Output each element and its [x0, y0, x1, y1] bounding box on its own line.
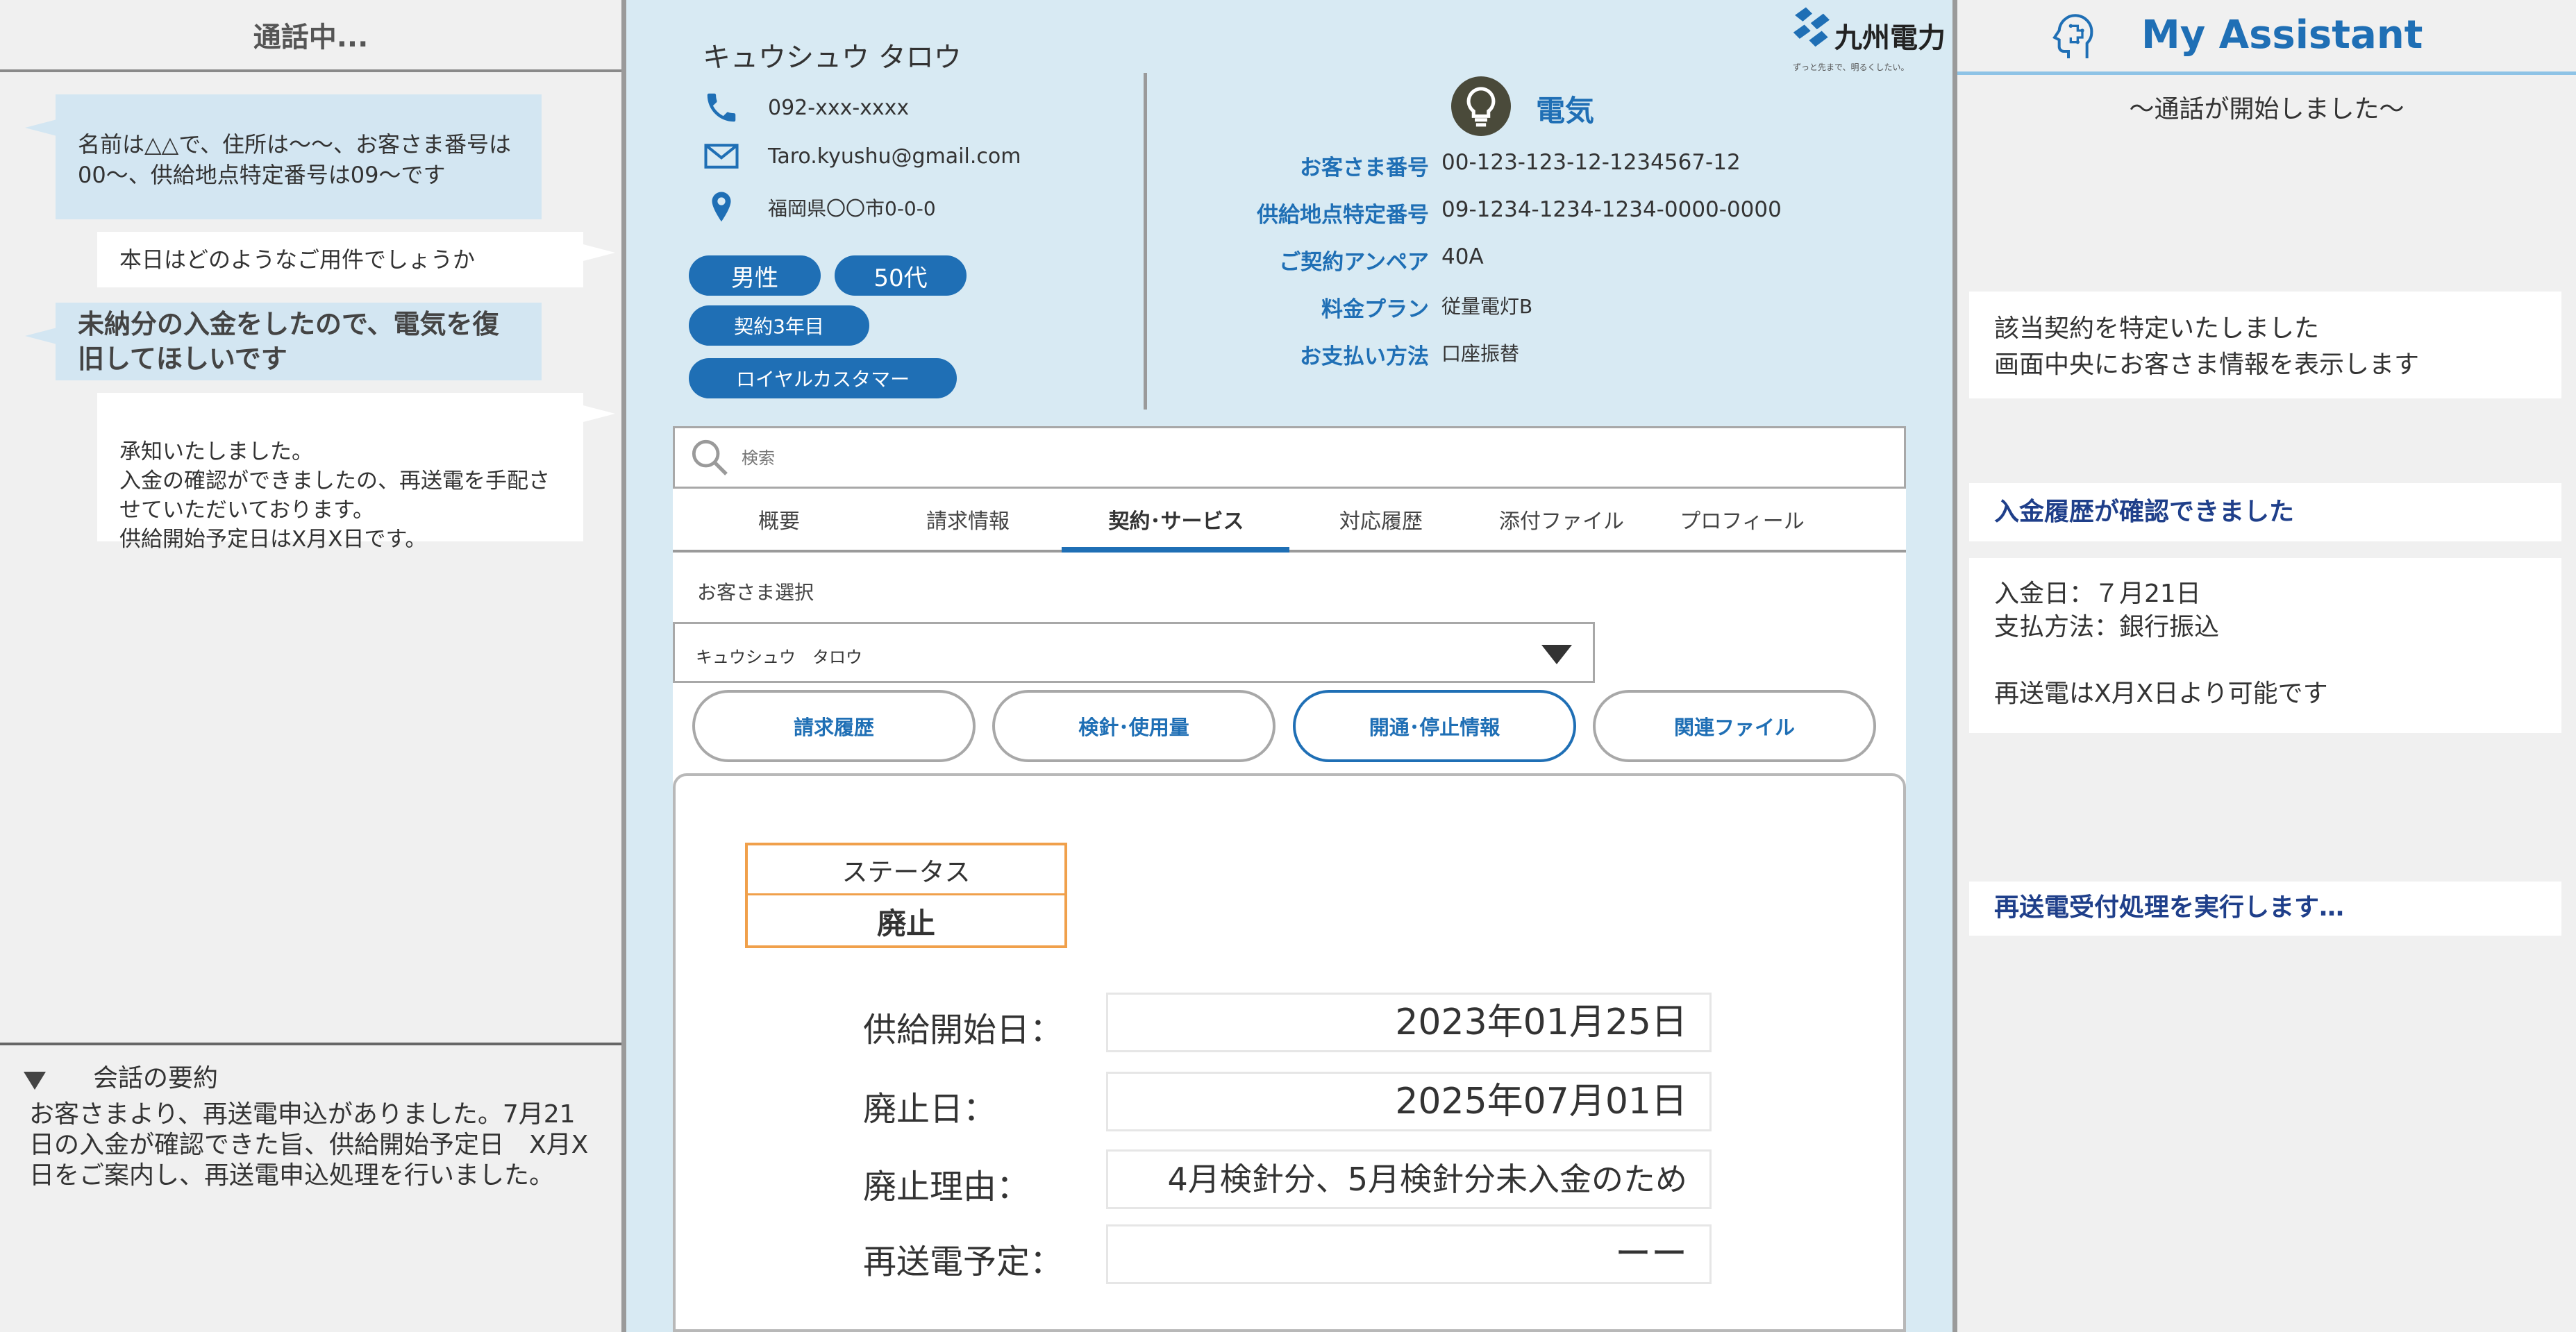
- phone-number[interactable]: 092-xxx-xxxx: [768, 96, 909, 120]
- assistant-message: 入金履歴が確認できました: [1969, 483, 2561, 541]
- call-panel: 通話中... 名前は△△で、住所は～～、お客さま番号は00～、供給地点特定番号は…: [0, 0, 621, 1332]
- tab-overview[interactable]: 概要: [734, 504, 824, 534]
- assistant-message: 入金日：７月21日 支払方法：銀行振込 再送電はX月X日より可能です: [1969, 558, 2561, 733]
- termination-reason-value: 4月検針分、5月検針分未入金のため: [1106, 1149, 1712, 1209]
- assistant-message-text: 入金履歴が確認できました: [1994, 498, 2295, 526]
- info-label: 料金プラン: [1321, 297, 1429, 322]
- chat-message-operator: 承知いたしました。 入金の確認ができましたの、再送電を手配させていただいておりま…: [97, 393, 615, 552]
- assistant-header: My Assistant: [1957, 0, 2576, 75]
- chat-message-text: 未納分の入金をしたので、電気を復旧してほしいです: [78, 309, 499, 374]
- tag-loyal-customer: ロイヤルカスタマー: [689, 358, 957, 398]
- assistant-message-text: 該当契約を特定いたしました 画面中央にお客さま情報を表示します: [1994, 314, 2420, 379]
- search-input[interactable]: [742, 441, 1852, 475]
- header-separator: [1144, 73, 1147, 410]
- termination-reason-label: 廃止理由：: [863, 1167, 1030, 1206]
- chat-message-customer: 名前は△△で、住所は～～、お客さま番号は00～、供給地点特定番号は09～です: [25, 94, 542, 219]
- address: 福岡県〇〇市0-0-0: [768, 197, 936, 220]
- collapse-triangle-icon[interactable]: [24, 1072, 46, 1090]
- info-value: 00-123-123-12-1234567-12: [1441, 150, 1741, 175]
- customer-select-label: お客さま選択: [697, 581, 814, 604]
- customer-name: キュウシュウ タロウ: [703, 42, 962, 74]
- chat-message-text: 名前は△△で、住所は～～、お客さま番号は00～、供給地点特定番号は09～です: [78, 131, 511, 188]
- tab-bar: 概要 請求情報 契約･サービス 対応履歴 添付ファイル プロフィール: [673, 489, 1906, 553]
- assistant-message: 該当契約を特定いたしました 画面中央にお客さま情報を表示します: [1969, 292, 2561, 398]
- active-tab-indicator: [1062, 547, 1289, 553]
- phone-row: 092-xxx-xxxx: [703, 89, 909, 126]
- info-value: 口座振替: [1441, 342, 1520, 365]
- info-value: 40A: [1441, 244, 1484, 269]
- tab-attachments[interactable]: 添付ファイル: [1492, 504, 1631, 534]
- info-label: ご契約アンペア: [1279, 250, 1429, 275]
- billing-history-button[interactable]: 請求履歴: [692, 690, 976, 762]
- termination-date-value: 2025年07月01日: [1106, 1072, 1712, 1131]
- dropdown-arrow-icon[interactable]: [1541, 645, 1572, 664]
- call-started-notice: ～通話が開始しました～: [2129, 95, 2404, 124]
- tab-profile[interactable]: プロフィール: [1659, 504, 1825, 534]
- email-address[interactable]: Taro.kyushu@gmail.com: [768, 144, 1021, 169]
- panel-divider: [621, 0, 626, 1332]
- info-value: 従量電灯B: [1441, 295, 1533, 318]
- reconnection-schedule-value: ーー: [1106, 1224, 1712, 1284]
- chat-message-customer: 未納分の入金をしたので、電気を復旧してほしいです: [25, 303, 542, 380]
- summary-text: お客さまより、再送電申込がありました。7月21日の入金が確認できた旨、供給開始予…: [29, 1100, 589, 1190]
- status-box: ステータス 廃止: [745, 843, 1067, 948]
- supply-start-value: 2023年01月25日: [1106, 993, 1712, 1052]
- assistant-panel: My Assistant ～通話が開始しました～ 該当契約を特定いたしました 画…: [1957, 0, 2576, 1332]
- company-logo: 九州電力 ずっと先まで、明るくしたい。: [1786, 4, 1950, 74]
- lightbulb-icon: [1451, 76, 1511, 136]
- status-value: 廃止: [876, 906, 935, 941]
- chat-message-text: 承知いたしました。 入金の確認ができましたの、再送電を手配させていただいておりま…: [119, 439, 550, 552]
- ai-head-icon: [2052, 14, 2093, 58]
- reconnection-schedule-label: 再送電予定：: [863, 1242, 1064, 1281]
- search-bar: [673, 426, 1906, 489]
- related-files-button[interactable]: 関連ファイル: [1593, 690, 1876, 762]
- tab-contract-service[interactable]: 契約･サービス: [1069, 504, 1284, 534]
- info-label: お客さま番号: [1300, 155, 1429, 180]
- tab-history[interactable]: 対応履歴: [1325, 504, 1437, 534]
- tag-age: 50代: [835, 255, 967, 296]
- tag-contract-years: 契約3年目: [689, 305, 869, 346]
- info-customer-number: お客さま番号 00-123-123-12-1234567-12: [1216, 150, 1911, 185]
- info-plan: 料金プラン 従量電灯B: [1216, 292, 1911, 326]
- termination-date-label: 廃止日：: [863, 1090, 997, 1129]
- customer-info-panel: キュウシュウ タロウ 092-xxx-xxxx Taro.kyushu@gmai…: [626, 0, 1952, 1332]
- supply-start-label: 供給開始日：: [863, 1011, 1064, 1049]
- customer-select[interactable]: キュウシュウ タロウ: [673, 622, 1595, 683]
- service-title: 電気: [1536, 94, 1595, 128]
- connection-detail-card: ステータス 廃止 供給開始日： 2023年01月25日 廃止日： 2025年07…: [673, 773, 1906, 1332]
- address-row: 福岡県〇〇市0-0-0: [703, 189, 936, 226]
- contract-service-panel: お客さま選択 キュウシュウ タロウ 請求履歴 検針･使用量 開通･停止情報 関連…: [673, 553, 1906, 1332]
- conversation-summary: 会話の要約 お客さまより、再送電申込がありました。7月21日の入金が確認できた旨…: [0, 1043, 621, 1332]
- status-label: ステータス: [748, 845, 1064, 895]
- email-row: Taro.kyushu@gmail.com: [703, 137, 1021, 175]
- call-status-header: 通話中...: [0, 0, 621, 72]
- info-supply-point: 供給地点特定番号 09-1234-1234-1234-0000-0000: [1216, 197, 1911, 232]
- assistant-message-text: 再送電受付処理を実行します…: [1994, 893, 2345, 922]
- tab-billing[interactable]: 請求情報: [912, 504, 1023, 534]
- info-value: 09-1234-1234-1234-0000-0000: [1441, 197, 1782, 222]
- info-payment: お支払い方法 口座振替: [1216, 339, 1911, 373]
- location-pin-icon: [712, 192, 731, 222]
- info-ampere: ご契約アンペア 40A: [1216, 244, 1911, 279]
- info-label: お支払い方法: [1300, 344, 1429, 369]
- customer-select-value: キュウシュウ タロウ: [696, 648, 862, 667]
- summary-title: 会話の要約: [93, 1064, 219, 1093]
- logo-tagline: ずっと先まで、明るくしたい。: [1793, 62, 1909, 72]
- meter-usage-button[interactable]: 検針･使用量: [992, 690, 1276, 762]
- panel-divider: [1952, 0, 1957, 1332]
- phone-icon: [707, 93, 736, 122]
- connection-status-button[interactable]: 開通･停止情報: [1293, 690, 1576, 762]
- chat-message-operator: 本日はどのようなご用件でしょうか: [97, 232, 615, 287]
- logo-text: 九州電力: [1834, 22, 1946, 54]
- tag-gender: 男性: [689, 255, 821, 296]
- assistant-message-text: 入金日：７月21日 支払方法：銀行振込 再送電はX月X日より可能です: [1994, 580, 2328, 708]
- logo-mark-icon: [1793, 7, 1830, 47]
- assistant-message: 再送電受付処理を実行します…: [1969, 882, 2561, 936]
- search-icon[interactable]: [687, 435, 732, 480]
- mail-icon: [704, 144, 739, 169]
- info-label: 供給地点特定番号: [1257, 203, 1429, 228]
- assistant-title: My Assistant: [2141, 12, 2423, 58]
- chat-message-text: 本日はどのようなご用件でしょうか: [119, 246, 476, 273]
